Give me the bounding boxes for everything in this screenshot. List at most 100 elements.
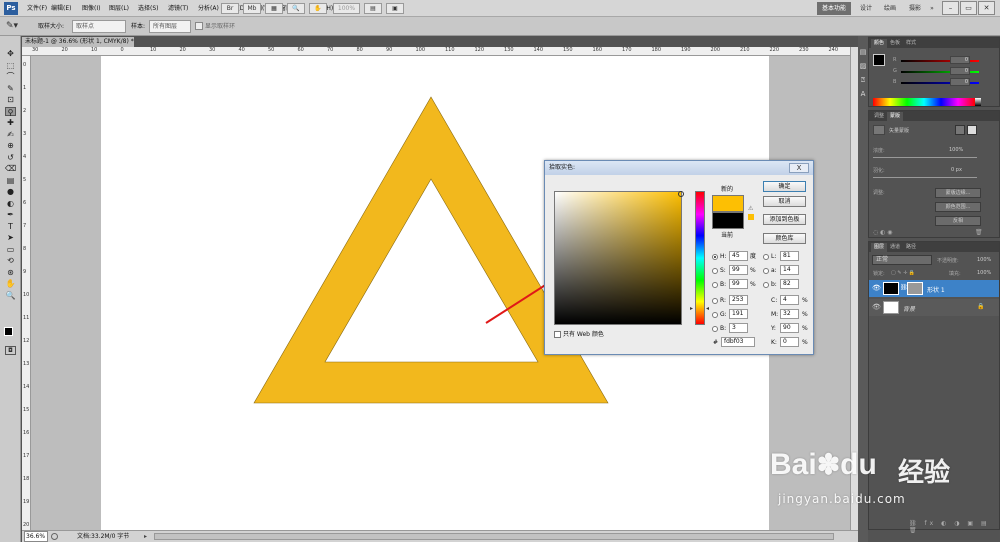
k-label: K: <box>771 339 777 346</box>
lock-icons[interactable]: ▢ ✎ ✛ 🔒 <box>891 270 915 276</box>
r-input[interactable]: 253 <box>729 295 748 305</box>
color-spectrum-ramp[interactable] <box>873 98 975 106</box>
visibility-eye-icon[interactable]: 👁 <box>872 303 881 311</box>
g-slider-label: G <box>893 68 897 74</box>
tab-channels[interactable]: 通道 <box>887 243 903 252</box>
fill-value[interactable]: 100% <box>977 270 991 276</box>
hue-slider-right-arrow-icon[interactable]: ◂ <box>706 305 709 312</box>
blue-radio[interactable] <box>712 326 718 332</box>
ok-button[interactable]: 确定 <box>763 181 806 192</box>
tab-color[interactable]: 颜色 <box>871 39 888 48</box>
b-input[interactable]: 99 <box>729 279 748 289</box>
density-value[interactable]: 100% <box>949 147 963 153</box>
g-value-field[interactable]: 0 <box>950 67 970 75</box>
mask-footer-icons[interactable]: ◌ ◐ ◉ <box>873 229 893 236</box>
zoom-field[interactable]: 36.6% <box>24 531 48 542</box>
web-colors-only-label: 只有 Web 颜色 <box>563 331 604 338</box>
saturation-brightness-field[interactable] <box>554 191 682 325</box>
opacity-value[interactable]: 100% <box>977 257 991 263</box>
pixel-mask-button[interactable] <box>955 125 965 135</box>
s-unit: % <box>750 267 756 274</box>
web-colors-only-checkbox[interactable] <box>554 331 561 338</box>
panel-foreground-swatch[interactable] <box>873 54 885 66</box>
density-label: 浓度: <box>873 148 885 154</box>
h-input[interactable]: 45 <box>729 251 748 261</box>
density-slider[interactable] <box>873 157 977 158</box>
vector-mask-button[interactable] <box>967 125 977 135</box>
invert-button[interactable]: 反相 <box>935 216 981 226</box>
status-menu-arrow-icon[interactable]: ▸ <box>144 531 147 542</box>
lab-b-label: b: <box>771 281 777 288</box>
mask-edge-button[interactable]: 蒙版边缘... <box>935 188 981 198</box>
layer-row-background[interactable]: 👁 背景 🔒 <box>869 299 999 316</box>
a-radio[interactable] <box>763 268 769 274</box>
c-unit: % <box>802 297 808 304</box>
color-range-button[interactable]: 颜色范围... <box>935 202 981 212</box>
layer-name: 形状 1 <box>927 287 945 294</box>
color-panel-tabs: 颜色 色板 样式 <box>869 38 999 48</box>
new-color-label: 新的 <box>721 186 734 193</box>
color-libraries-button[interactable]: 颜色库 <box>763 233 806 244</box>
b-radio[interactable] <box>712 282 718 288</box>
baidu-paw-icon: ✽ <box>816 449 841 480</box>
cancel-button[interactable]: 取消 <box>763 196 806 207</box>
k-input[interactable]: 0 <box>780 337 799 347</box>
layer-row-shape1[interactable]: 👁 ⛓ 形状 1 <box>869 280 999 297</box>
dialog-title: 拾取实色: <box>545 161 813 175</box>
g-radio[interactable] <box>712 312 718 318</box>
g-input[interactable]: 191 <box>729 309 748 319</box>
tab-layers[interactable]: 图层 <box>871 243 888 252</box>
lock-icon: 🔒 <box>977 303 985 310</box>
color-picker-cursor[interactable] <box>678 191 684 197</box>
out-of-gamut-warning-icon[interactable]: ⚠ <box>748 205 753 212</box>
out-of-gamut-swatch[interactable] <box>748 214 754 220</box>
tab-adjustments[interactable]: 调整 <box>871 112 887 121</box>
y-input[interactable]: 90 <box>780 323 799 333</box>
layers-footer-icons[interactable]: ⛓ fx ◐ ◑ ▣ ▤ 🗑 <box>909 520 999 534</box>
character-dock-icon[interactable]: A <box>859 90 867 99</box>
mask-thumbnail-icon <box>873 125 885 135</box>
document-info: 文档:33.2M/0 字节 <box>77 533 130 540</box>
m-input[interactable]: 32 <box>780 309 799 319</box>
feather-value[interactable]: 0 px <box>951 167 962 173</box>
feather-slider[interactable] <box>873 177 977 178</box>
r-value-field[interactable]: 0 <box>950 56 970 64</box>
tab-swatches[interactable]: 色板 <box>887 39 903 48</box>
tab-paths[interactable]: 路径 <box>903 243 919 252</box>
histogram-dock-icon[interactable]: ▤ <box>859 48 867 57</box>
add-to-swatches-button[interactable]: 添加到色板 <box>763 214 806 225</box>
blend-mode-select[interactable]: 正常 <box>872 255 932 265</box>
y-label: Y: <box>771 325 776 332</box>
grayscale-ramp[interactable] <box>975 98 981 106</box>
visibility-eye-icon[interactable]: 👁 <box>872 284 881 292</box>
l-input[interactable]: 81 <box>780 251 799 261</box>
lab-b-input[interactable]: 82 <box>780 279 799 289</box>
hue-slider[interactable] <box>695 191 705 325</box>
r-slider-label: R <box>893 57 897 63</box>
horizontal-scrollbar[interactable] <box>154 533 834 540</box>
hex-input[interactable]: fdbf03 <box>721 337 755 347</box>
h-radio[interactable] <box>712 254 718 260</box>
s-radio[interactable] <box>712 268 718 274</box>
hue-slider-left-arrow-icon[interactable]: ▸ <box>690 305 693 312</box>
navigator-dock-icon[interactable]: ▨ <box>859 62 867 71</box>
status-info-icon[interactable] <box>51 533 58 540</box>
current-color-swatch[interactable] <box>712 212 744 229</box>
b-value-field[interactable]: 0 <box>950 78 970 86</box>
s-input[interactable]: 99 <box>729 265 748 275</box>
lab-b-radio[interactable] <box>763 282 769 288</box>
r-radio[interactable] <box>712 298 718 304</box>
layer-thumbnail <box>883 282 899 295</box>
delete-mask-icon[interactable]: 🗑 <box>975 229 983 236</box>
a-input[interactable]: 14 <box>780 265 799 275</box>
tab-masks[interactable]: 蒙版 <box>887 112 904 121</box>
blue-input[interactable]: 3 <box>729 323 748 333</box>
info-dock-icon[interactable]: ⍰ <box>859 76 867 85</box>
tab-styles[interactable]: 样式 <box>903 39 919 48</box>
l-radio[interactable] <box>763 254 769 260</box>
y-unit: % <box>802 325 808 332</box>
vector-mask-thumbnail <box>907 282 923 295</box>
b-slider-label: B <box>893 79 897 85</box>
dialog-close-button[interactable]: X <box>789 163 809 173</box>
c-input[interactable]: 4 <box>780 295 799 305</box>
